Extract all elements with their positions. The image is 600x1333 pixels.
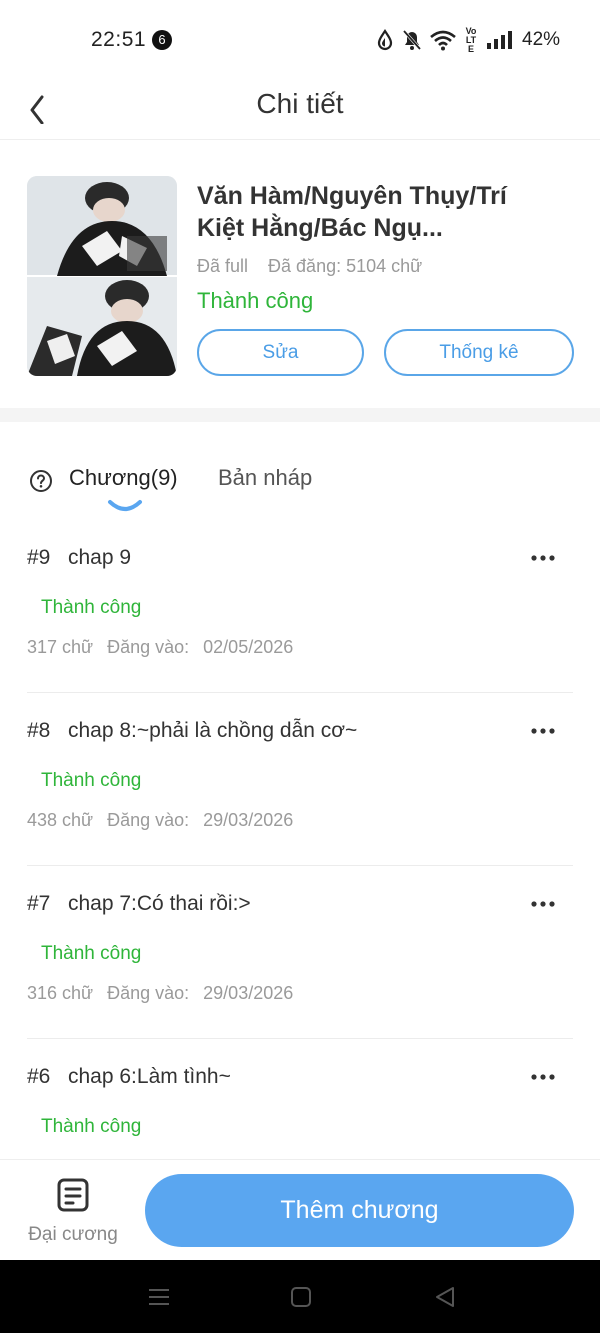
chapter-list: #9 chap 9 Thành công 317 chữ Đăng vào: 0… [0,520,600,1160]
home-square-icon[interactable] [288,1284,314,1310]
chapter-title: chap 9 [68,546,132,569]
volte-label: Vo LTE [465,25,477,54]
chapter-row[interactable]: #9 chap 9 Thành công 317 chữ Đăng vào: 0… [27,520,573,693]
posted-label: Đăng vào: [107,810,190,830]
edit-button[interactable]: Sửa [197,329,364,376]
header: Chi tiết [0,80,600,140]
notification-count-badge: 6 [152,30,172,50]
chapter-status: Thành công [41,770,142,791]
chapter-row[interactable]: #8 chap 8:~phải là chồng dẫn cơ~ Thành c… [27,693,573,866]
posted-date: 29/03/2026 [203,983,294,1003]
chapter-meta: 438 chữ Đăng vào: 29/03/2026 [27,810,293,831]
posted-label: Đăng vào: [107,983,190,1003]
chapter-number: #8 [27,719,51,742]
section-divider [0,408,600,422]
status-icons: Vo LTE 42% [376,25,561,54]
status-bar: 22:51 6 Vo LTE 42% [0,0,600,80]
chapter-title: chap 7:Có thai rồi:> [68,892,251,915]
wifi-icon [430,30,456,51]
menu-icon[interactable] [146,1284,172,1310]
chapter-row[interactable]: #6 chap 6:Làm tình~ Thành công [27,1039,573,1160]
book-meta: Đã full Đã đăng: 5104 chữ [197,256,422,277]
mute-bell-icon [402,30,422,50]
posted-date: 02/05/2026 [203,637,294,657]
more-dots-icon[interactable] [529,721,557,741]
back-triangle-icon[interactable] [432,1284,458,1310]
chapter-number: #9 [27,546,51,569]
more-dots-icon[interactable] [529,548,557,568]
tab-chapters[interactable]: Chương(9) [69,465,178,491]
outline-button[interactable]: Đại cương [22,1178,124,1248]
battery-level: 42% [522,29,561,50]
bottom-action-bar: Đại cương Thêm chương [0,1159,600,1260]
document-icon [57,1178,89,1212]
add-chapter-button[interactable]: Thêm chương [145,1174,574,1247]
system-navigation-bar [0,1260,600,1333]
help-button[interactable] [29,469,53,493]
cover-photo-illustration [27,176,177,376]
book-status: Thành công [197,288,314,313]
more-dots-icon[interactable] [529,894,557,914]
help-circle-icon [30,470,52,492]
chapter-word-count: 438 chữ [27,810,94,830]
chapter-status: Thành công [41,597,142,618]
signal-icon [487,31,512,49]
chapter-number: #7 [27,892,51,915]
chapter-row[interactable]: #7 chap 7:Có thai rồi:> Thành công 316 c… [27,866,573,1039]
chapter-meta: 317 chữ Đăng vào: 02/05/2026 [27,637,293,658]
chapter-word-count: 316 chữ [27,983,94,1003]
chapter-number: #6 [27,1065,51,1088]
chapter-title: chap 8:~phải là chồng dẫn cơ~ [68,719,358,742]
more-dots-icon[interactable] [529,1067,557,1087]
outline-label: Đại cương [28,1224,118,1245]
page-title: Chi tiết [256,88,344,119]
status-time: 22:51 [91,28,147,51]
posted-word-count: Đã đăng: 5104 chữ [268,256,423,276]
completion-status: Đã full [197,256,249,276]
posted-label: Đăng vào: [107,637,190,657]
book-title: Văn Hàm/Nguyên Thụy/Trí Kiệt Hằng/Bác Ng… [197,182,507,242]
chapter-meta: 316 chữ Đăng vào: 29/03/2026 [27,983,293,1004]
chapter-word-count: 317 chữ [27,637,94,657]
data-saver-icon [377,29,393,51]
chapter-title: chap 6:Làm tình~ [68,1065,231,1088]
chapter-status: Thành công [41,1116,142,1137]
posted-date: 29/03/2026 [203,810,294,830]
book-cover-image[interactable] [27,176,177,376]
volte-indicator: Vo LTE [464,25,478,54]
chapter-status: Thành công [41,943,142,964]
active-tab-indicator [108,500,142,511]
tab-drafts[interactable]: Bản nháp [218,465,312,491]
statistics-button[interactable]: Thống kê [384,329,574,376]
